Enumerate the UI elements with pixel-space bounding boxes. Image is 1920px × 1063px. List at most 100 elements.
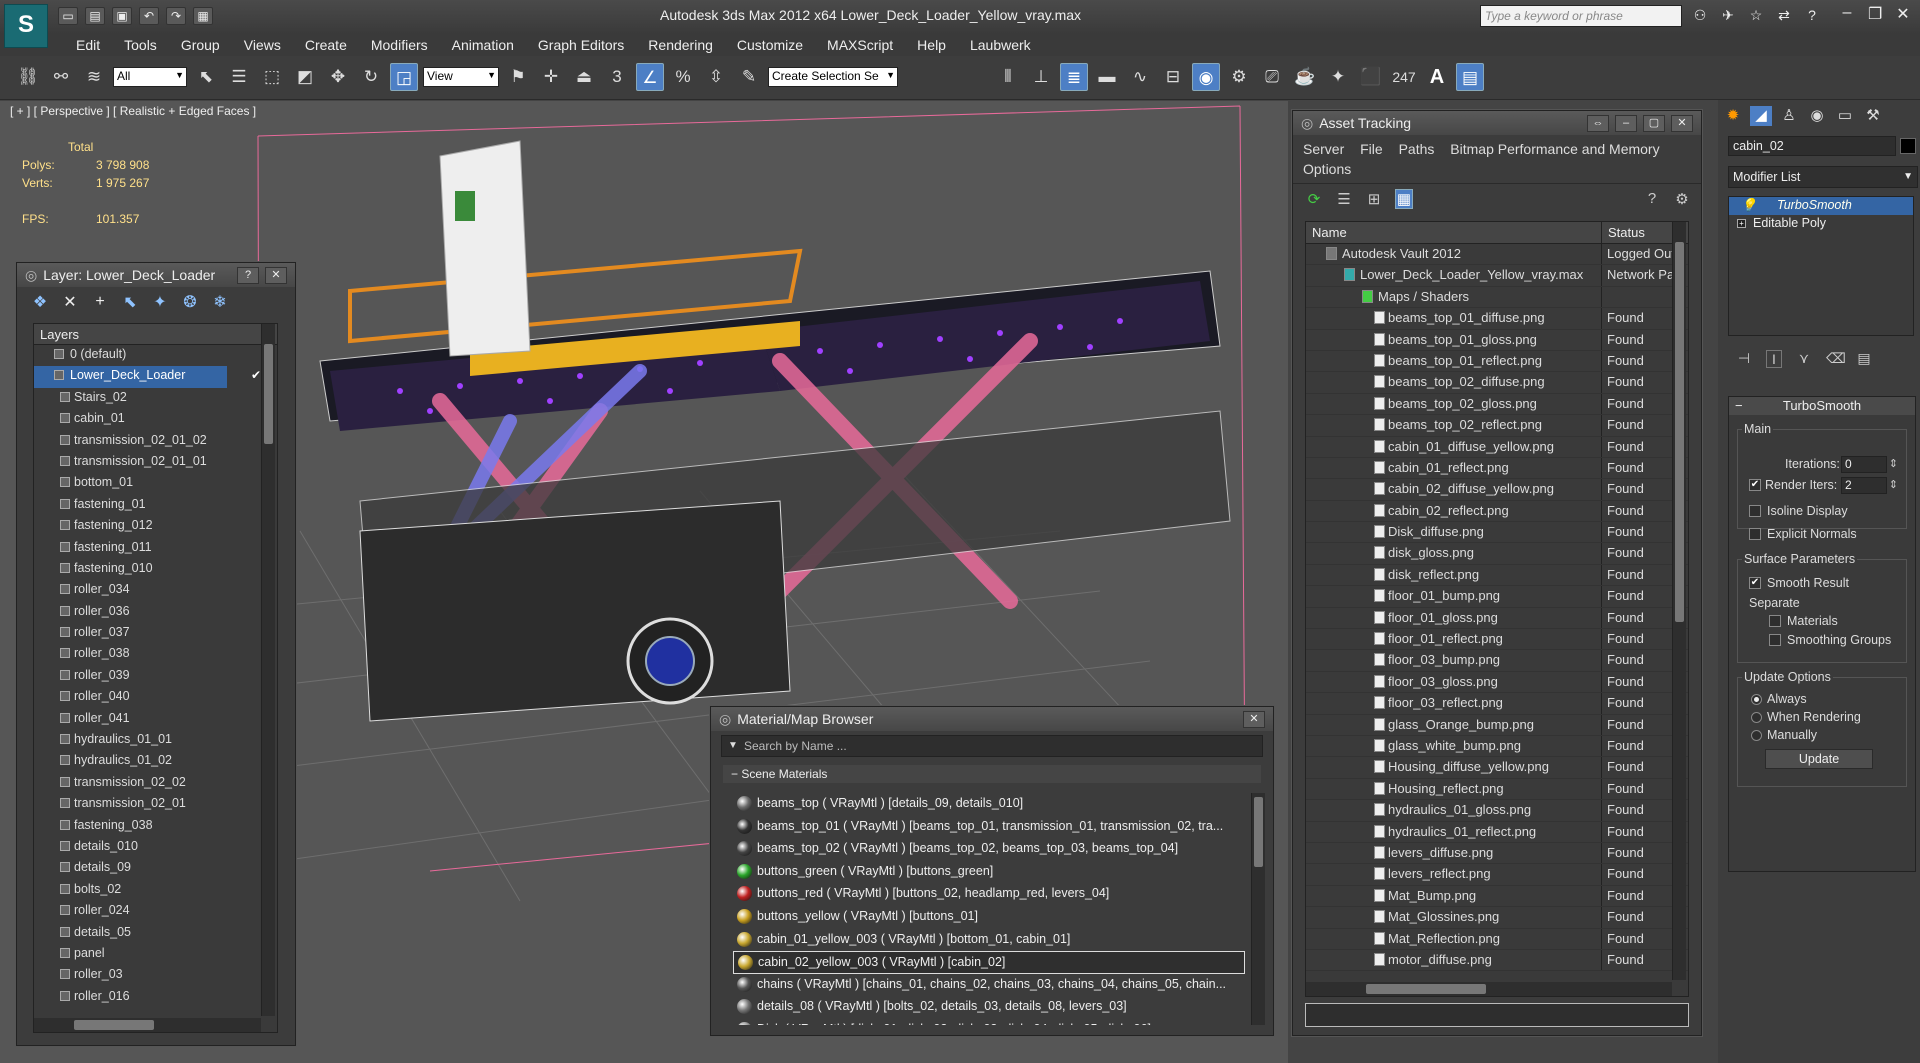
add-to-layer-icon[interactable]: +: [91, 293, 109, 311]
link-icon[interactable]: ⛓: [14, 63, 42, 91]
render-iters-spinner[interactable]: 2: [1841, 477, 1898, 494]
pin-stack-icon[interactable]: ⊣: [1736, 350, 1752, 368]
material-item[interactable]: cabin_01_yellow_003 ( VRayMtl ) [bottom_…: [733, 929, 1245, 952]
layer-item[interactable]: roller_016: [34, 987, 277, 1008]
asset-tracking-titlebar[interactable]: ◎ Asset Tracking ⇔ – ▢ ✕: [1293, 111, 1701, 135]
pivot-center-icon[interactable]: ⚑: [504, 63, 532, 91]
asset-file-row[interactable]: Disk_diffuse.png Found: [1306, 522, 1688, 544]
delete-layer-icon[interactable]: ✕: [61, 292, 79, 312]
asset-file-row[interactable]: floor_01_bump.png Found: [1306, 586, 1688, 608]
new-file-icon[interactable]: ▭: [58, 7, 78, 25]
minimize-icon[interactable]: –: [1840, 4, 1854, 24]
asset-file-row[interactable]: floor_03_reflect.png Found: [1306, 693, 1688, 715]
rect-selection-icon[interactable]: ⬚: [258, 63, 286, 91]
layer-item[interactable]: hydraulics_01_01: [34, 730, 277, 751]
expand-icon[interactable]: +: [1737, 219, 1746, 228]
layer-manager-icon[interactable]: ≣: [1060, 63, 1088, 91]
layer-item[interactable]: roller_038: [34, 644, 277, 665]
column-status-header[interactable]: Status: [1602, 222, 1651, 243]
layer-list[interactable]: Layers 0 (default) Lower_Deck_Loader ✔ St…: [33, 323, 278, 1033]
select-by-name-icon[interactable]: ☰: [225, 63, 253, 91]
lightbulb-icon[interactable]: 💡: [1741, 198, 1757, 213]
star-icon[interactable]: ☆: [1746, 7, 1766, 25]
render-iterative-icon[interactable]: ✦: [1324, 63, 1352, 91]
asset-file-row[interactable]: Mat_Reflection.png Found: [1306, 928, 1688, 950]
asset-file-row[interactable]: disk_gloss.png Found: [1306, 543, 1688, 565]
layer-item[interactable]: transmission_02_01_02: [34, 431, 277, 452]
menu-graph-editors[interactable]: Graph Editors: [526, 35, 636, 55]
close-icon[interactable]: ✕: [1896, 4, 1910, 24]
update-button[interactable]: Update: [1765, 749, 1873, 769]
rollout-header[interactable]: − TurboSmooth: [1729, 397, 1915, 415]
search-input[interactable]: Type a keyword or phrase: [1480, 5, 1682, 27]
stack-item-turbosmooth[interactable]: 💡 TurboSmooth: [1729, 197, 1913, 215]
undo-icon[interactable]: ↶: [139, 7, 159, 25]
restore-icon[interactable]: ❐: [1868, 4, 1882, 24]
asset-menu-bitmap-performance[interactable]: Bitmap Performance and Memory: [1450, 141, 1659, 157]
layer-panel-titlebar[interactable]: ◎ Layer: Lower_Deck_Loader ? ✕: [17, 263, 295, 287]
render-iters-checkbox[interactable]: ✔: [1749, 479, 1761, 491]
stack-item-editable-poly[interactable]: + Editable Poly: [1729, 215, 1913, 233]
layer-item[interactable]: details_05: [34, 923, 277, 944]
layer-item[interactable]: roller_03: [34, 965, 277, 986]
named-selection-dropdown[interactable]: Create Selection Se: [768, 67, 898, 87]
scene-materials-header[interactable]: − Scene Materials: [723, 765, 1261, 783]
layer-item[interactable]: bolts_02: [34, 880, 277, 901]
scroll-thumb[interactable]: [264, 344, 273, 444]
asset-file-row[interactable]: cabin_02_diffuse_yellow.png Found: [1306, 479, 1688, 501]
layer-item[interactable]: panel: [34, 944, 277, 965]
asset-file-row[interactable]: cabin_01_reflect.png Found: [1306, 457, 1688, 480]
layer-item[interactable]: roller_041: [34, 709, 277, 730]
asset-tree-row[interactable]: Maps / Shaders: [1306, 286, 1688, 309]
asset-file-row[interactable]: Housing_reflect.png Found: [1306, 778, 1688, 801]
layer-item[interactable]: transmission_02_01_01: [34, 452, 277, 473]
asset-file-row[interactable]: floor_03_bump.png Found: [1306, 650, 1688, 672]
selection-filter-dropdown[interactable]: All: [113, 67, 187, 87]
hierarchy-tab-icon[interactable]: ♙: [1778, 106, 1800, 126]
layer-item[interactable]: fastening_01: [34, 495, 277, 516]
asset-file-row[interactable]: floor_01_gloss.png Found: [1306, 607, 1688, 630]
material-vertical-scrollbar[interactable]: [1251, 793, 1265, 1025]
layer-item[interactable]: fastening_012: [34, 516, 277, 537]
iterations-spinner[interactable]: 0: [1841, 456, 1898, 473]
create-tab-icon[interactable]: ✹: [1722, 106, 1744, 126]
maximize-icon[interactable]: ▢: [1643, 114, 1665, 132]
material-browser-titlebar[interactable]: ◎ Material/Map Browser ✕: [711, 707, 1273, 731]
isoline-checkbox[interactable]: [1749, 505, 1761, 517]
display-tab-icon[interactable]: ▭: [1834, 106, 1856, 126]
asset-file-row[interactable]: hydraulics_01_reflect.png Found: [1306, 821, 1688, 843]
save-icon[interactable]: ▣: [112, 7, 132, 25]
rendered-frame-icon[interactable]: ⎚: [1258, 63, 1286, 91]
materials-checkbox[interactable]: [1769, 615, 1781, 627]
layer-item[interactable]: transmission_02_01: [34, 794, 277, 815]
help-icon[interactable]: ?: [1802, 7, 1822, 25]
asset-file-row[interactable]: glass_white_bump.png Found: [1306, 735, 1688, 758]
layer-horizontal-scrollbar[interactable]: [34, 1018, 261, 1032]
asset-file-row[interactable]: glass_Orange_bump.png Found: [1306, 714, 1688, 736]
keyboard-shortcut-icon[interactable]: ⏏: [570, 63, 598, 91]
motion-tab-icon[interactable]: ◉: [1806, 106, 1828, 126]
material-item[interactable]: buttons_red ( VRayMtl ) [buttons_02, hea…: [733, 883, 1245, 906]
asset-tree-row[interactable]: Autodesk Vault 2012 Logged Out: [1306, 244, 1688, 266]
material-item[interactable]: buttons_yellow ( VRayMtl ) [buttons_01]: [733, 906, 1245, 929]
asset-file-row[interactable]: beams_top_02_reflect.png Found: [1306, 415, 1688, 437]
when-rendering-radio[interactable]: [1751, 712, 1762, 723]
asset-file-row[interactable]: beams_top_01_gloss.png Found: [1306, 329, 1688, 351]
menu-create[interactable]: Create: [293, 35, 359, 55]
asset-menu-options[interactable]: Options: [1303, 161, 1351, 177]
select-object-icon[interactable]: ⬉: [192, 63, 220, 91]
layer-item[interactable]: roller_037: [34, 623, 277, 644]
menu-group[interactable]: Group: [169, 35, 232, 55]
window-crossing-icon[interactable]: ◩: [291, 63, 319, 91]
scroll-thumb[interactable]: [1254, 797, 1263, 867]
layer-item[interactable]: roller_024: [34, 901, 277, 922]
material-browser-close-button[interactable]: ✕: [1243, 710, 1265, 728]
asset-vertical-scrollbar[interactable]: [1672, 222, 1686, 980]
layer-vertical-scrollbar[interactable]: [261, 324, 275, 1016]
asset-file-row[interactable]: beams_top_01_reflect.png Found: [1306, 350, 1688, 373]
menu-help[interactable]: Help: [905, 35, 958, 55]
spinner-snap-icon[interactable]: ⇳: [702, 63, 730, 91]
asset-table[interactable]: Name Status Autodesk Vault 2012 Logged Ou…: [1305, 221, 1689, 997]
asset-file-row[interactable]: floor_03_gloss.png Found: [1306, 671, 1688, 694]
scroll-thumb[interactable]: [74, 1020, 154, 1030]
